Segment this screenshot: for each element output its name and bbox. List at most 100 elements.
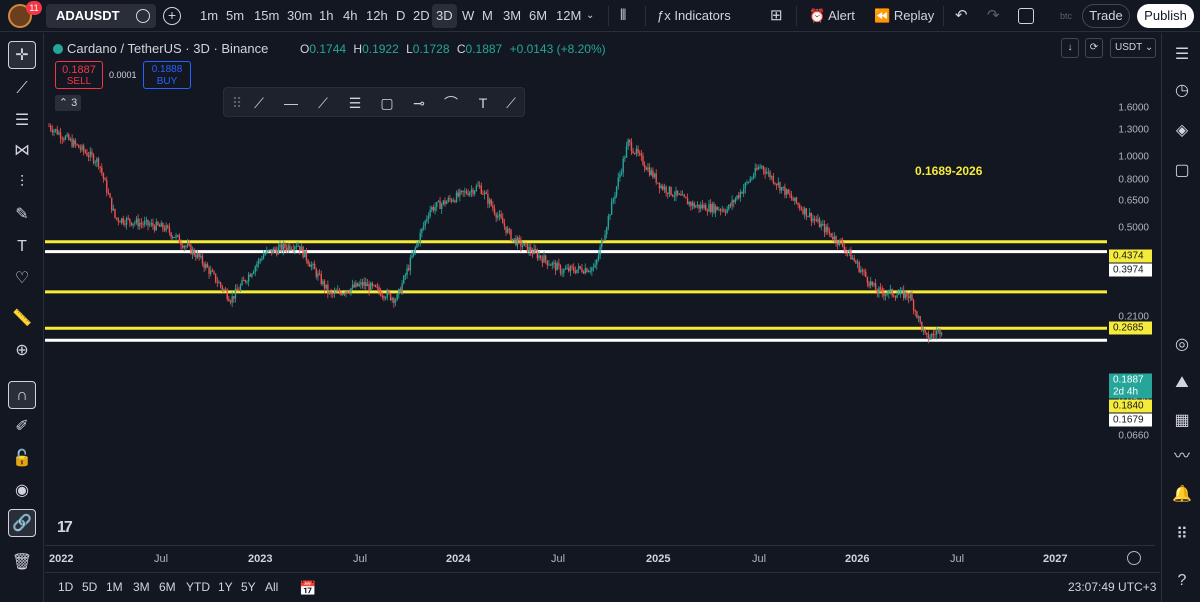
crosshair-icon[interactable]: ✛: [8, 41, 36, 69]
ruler-icon[interactable]: 📏: [8, 305, 36, 333]
timeframe-12m[interactable]: 12M: [552, 4, 585, 28]
rectangle-icon[interactable]: ▢: [376, 92, 398, 114]
trash-icon[interactable]: 🗑: [8, 549, 36, 577]
apps-grid-icon[interactable]: ⠿: [1170, 523, 1194, 547]
range-1d[interactable]: 1D: [58, 580, 73, 594]
price-plot[interactable]: [45, 33, 1107, 545]
time-tick-label: 2023: [248, 553, 273, 565]
chart-pane[interactable]: Cardano / TetherUS · 3D · Binance O0.174…: [45, 33, 1156, 571]
horizontal-line-icon[interactable]: ⊸: [408, 92, 430, 114]
publish-button[interactable]: Publish: [1137, 4, 1194, 28]
brush-curve-icon[interactable]: ⌒: [440, 92, 462, 114]
timeframe-1m[interactable]: 1m: [196, 4, 222, 28]
watchlist-icon[interactable]: ☰: [1170, 43, 1194, 67]
replay-button[interactable]: ⏪ Replay: [874, 6, 934, 26]
indicators-button[interactable]: ƒx Indicators: [657, 6, 731, 26]
magnet-icon[interactable]: ∩: [8, 381, 36, 409]
timeframe-30m[interactable]: 30m: [283, 4, 316, 28]
candle-body: [280, 244, 283, 251]
auto-scale-icon[interactable]: ⟳: [1085, 38, 1103, 58]
eye-icon[interactable]: ◉: [8, 477, 36, 505]
chart-text-annotation[interactable]: 0.1689-2026: [915, 164, 982, 178]
prediction-icon[interactable]: ⫶: [8, 169, 36, 197]
timeframe-5m[interactable]: 5m: [222, 4, 248, 28]
timeframe-3m[interactable]: 3M: [499, 4, 525, 28]
target-icon[interactable]: ◎: [1170, 333, 1194, 357]
candle-body: [419, 232, 421, 243]
trend-angle-icon[interactable]: ⟋: [312, 92, 334, 114]
settings-gear-icon[interactable]: [1127, 551, 1141, 565]
alerts-clock-icon[interactable]: ◷: [1170, 79, 1194, 103]
timeframe-2d[interactable]: 2D: [409, 4, 434, 28]
range-3m[interactable]: 3M: [133, 580, 150, 594]
candle-body: [553, 262, 555, 264]
parallel-channel-icon[interactable]: ☰: [344, 92, 366, 114]
symbol-watch-icon[interactable]: [136, 9, 150, 23]
candle-body: [186, 243, 189, 247]
bell-icon[interactable]: 🔔: [1170, 483, 1194, 507]
timeframe-d[interactable]: D: [392, 4, 409, 28]
line-icon[interactable]: ⟋: [500, 92, 522, 114]
time-axis[interactable]: 2022 Jul 2023 Jul 2024 Jul 2025 Jul 2026 Jul 2027: [45, 545, 1155, 571]
candle-body: [663, 186, 666, 190]
zoom-in-icon[interactable]: ⊕: [8, 337, 36, 365]
buy-button[interactable]: 0.1888 BUY: [143, 61, 191, 89]
chat-icon[interactable]: ▢: [1170, 159, 1194, 183]
utc-clock[interactable]: 23:07:49 UTC+3: [1068, 580, 1156, 594]
scroll-to-realtime-icon[interactable]: ↓: [1061, 38, 1079, 58]
horizontal-ray-icon[interactable]: —: [280, 92, 302, 114]
range-6m[interactable]: 6M: [159, 580, 176, 594]
lock-drawing-pencil-icon[interactable]: ✐: [8, 413, 36, 441]
timeframe-12h[interactable]: 12h: [362, 4, 392, 28]
legend-collapse-toggle[interactable]: ⌃ 3: [55, 95, 81, 111]
range-5y[interactable]: 5Y: [241, 580, 256, 594]
range-1y[interactable]: 1Y: [218, 580, 233, 594]
heart-icon[interactable]: ♡: [8, 265, 36, 293]
candle-body: [917, 316, 920, 318]
layers-icon[interactable]: ◈: [1170, 119, 1194, 143]
layouts-grid-icon[interactable]: ⊞: [770, 6, 783, 26]
range-1m[interactable]: 1M: [106, 580, 123, 594]
undo-icon[interactable]: ↶: [955, 6, 968, 26]
timeframe-dropdown-icon[interactable]: ⌄: [586, 6, 594, 26]
timeframe-1h[interactable]: 1h: [315, 4, 337, 28]
brush-icon[interactable]: ✎: [8, 201, 36, 229]
range-5d[interactable]: 5D: [82, 580, 97, 594]
price-axis[interactable]: 1.60001.30001.00000.80000.65000.50000.32…: [1107, 33, 1155, 545]
timeframe-15m[interactable]: 15m: [250, 4, 283, 28]
lock-icon[interactable]: 🔓: [8, 445, 36, 473]
pattern-icon[interactable]: ⋈: [8, 137, 36, 165]
goto-date-icon[interactable]: 📅: [299, 580, 316, 597]
symbol-search-button[interactable]: ADAUSDT: [46, 4, 156, 28]
candle-body: [307, 260, 309, 264]
candle-body: [214, 273, 217, 282]
timeframe-3d[interactable]: 3D: [432, 4, 457, 28]
redo-icon[interactable]: ↷: [987, 6, 1000, 26]
timeframe-m[interactable]: M: [478, 4, 497, 28]
trend-line-icon[interactable]: ⟋: [8, 75, 36, 103]
help-icon[interactable]: ?: [1170, 569, 1194, 593]
range-ytd[interactable]: YTD: [186, 580, 210, 594]
range-all[interactable]: All: [265, 580, 278, 594]
link-icon[interactable]: 🔗: [8, 509, 36, 537]
drag-handle-icon[interactable]: ⠿: [226, 92, 248, 114]
fib-retracement-icon[interactable]: ☰: [8, 107, 36, 135]
compare-symbol-icon[interactable]: +: [163, 7, 181, 25]
candle-body: [676, 190, 679, 195]
broadcast-icon[interactable]: 〰: [1170, 445, 1194, 469]
calendar-icon[interactable]: ▦: [1170, 409, 1194, 433]
candle-body: [574, 270, 577, 273]
timeframe-6m[interactable]: 6M: [525, 4, 551, 28]
trending-icon[interactable]: ⛰: [1170, 371, 1194, 395]
timeframe-w[interactable]: W: [458, 4, 478, 28]
alert-button[interactable]: ⏰ Alert: [809, 6, 855, 26]
fullscreen-icon[interactable]: [1018, 8, 1034, 24]
timeframe-4h[interactable]: 4h: [339, 4, 361, 28]
pen-curve-icon[interactable]: ⟋: [248, 92, 270, 114]
sell-button[interactable]: 0.1887 SELL: [55, 61, 103, 89]
text-icon[interactable]: T: [472, 92, 494, 114]
text-tool-icon[interactable]: T: [8, 233, 36, 261]
trade-button[interactable]: Trade: [1082, 4, 1130, 28]
candle-body: [746, 182, 748, 184]
candles-chart-type-icon[interactable]: ⫴: [620, 6, 626, 26]
